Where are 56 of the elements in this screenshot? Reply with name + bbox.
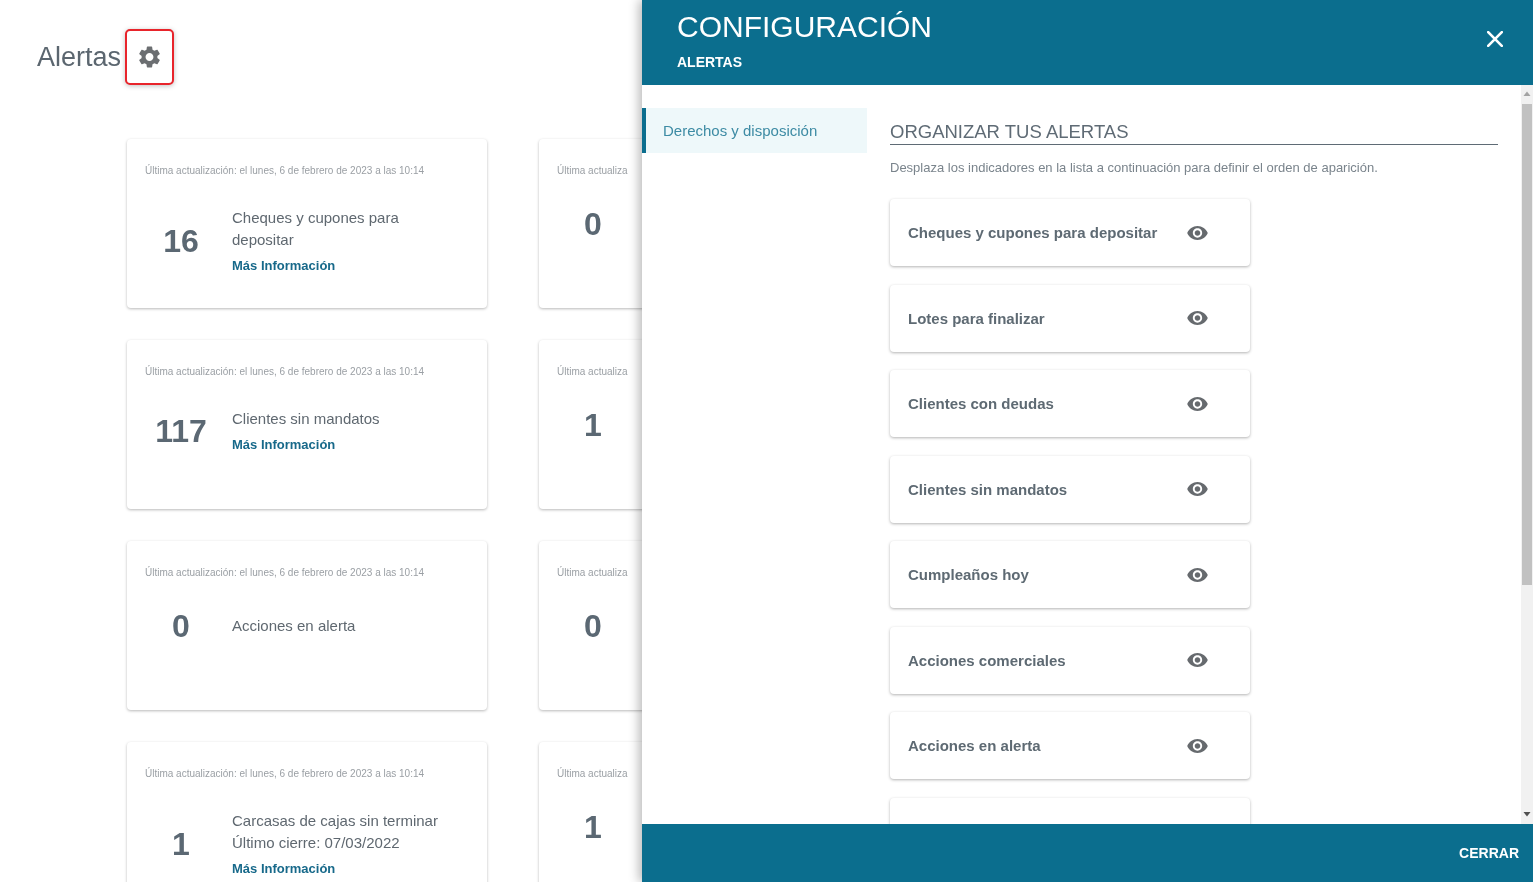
section-description: Desplaza los indicadores en la lista a continuación para definir el orden de aparición. [890, 160, 1378, 175]
alert-order-item[interactable]: Lotes para finalizar [890, 284, 1250, 352]
update-timestamp: Última actualización: el lunes, 6 de febrero de 2023 a las 10:14 [145, 165, 425, 176]
alert-name: Cheques y cupones para depositar [908, 224, 1159, 241]
alert-name: Acciones comerciales [908, 651, 1067, 669]
more-info-link[interactable]: Más Información [232, 437, 336, 453]
alert-order-item[interactable]: Acciones comerciales [890, 626, 1250, 694]
panel-subtitle: ALERTAS [677, 54, 743, 70]
update-timestamp: Última actualiza [557, 366, 628, 377]
alert-name: Clientes con deudas [908, 395, 1055, 412]
alert-title: Acciones en alerta [232, 616, 357, 636]
alert-name: Cumpleaños hoy [908, 566, 1030, 583]
update-timestamp: Última actualiza [557, 165, 628, 176]
alert-order-item[interactable]: Clientes con deudas [890, 370, 1250, 437]
alert-count: 1 [172, 825, 190, 862]
eye-icon[interactable] [1187, 653, 1208, 667]
alert-count: 16 [163, 222, 199, 259]
alert-order-item[interactable]: Clientes sin mandatos [890, 455, 1250, 523]
update-timestamp: Última actualización: el lunes, 6 de febrero de 2023 a las 10:14 [145, 567, 425, 578]
eye-icon[interactable] [1187, 482, 1208, 496]
alert-order-item[interactable]: Cheques y cupones para depositar [890, 199, 1250, 266]
sidebar-item[interactable]: Derechos y disposición [642, 108, 867, 153]
eye-icon[interactable] [1187, 567, 1208, 582]
alert-count: 117 [155, 412, 207, 449]
alert-order-item[interactable]: Acciones en alerta [890, 712, 1250, 779]
alert-order-item[interactable]: Cumpleaños hoy [890, 541, 1250, 608]
gear-icon [139, 46, 161, 68]
update-timestamp: Última actualiza [557, 768, 628, 779]
section-heading: ORGANIZAR TUS ALERTAS [890, 121, 1129, 142]
panel-title: CONFIGURACIÓN [677, 9, 932, 45]
update-timestamp: Última actualiza [557, 567, 628, 578]
alert-subtitle: Último cierre: 07/03/2022 [232, 833, 401, 853]
page-title: Alertas [37, 41, 122, 73]
eye-icon[interactable] [1187, 225, 1208, 240]
alert-count: 0 [172, 608, 190, 644]
scrollbar[interactable] [1521, 85, 1533, 824]
alert-name: Clientes sin mandatos [908, 480, 1069, 498]
eye-icon[interactable] [1187, 396, 1208, 411]
alert-count: 1 [584, 809, 602, 845]
alert-title: Cheques y cupones para depositar [232, 208, 400, 250]
update-timestamp: Última actualización: el lunes, 6 de febrero de 2023 a las 10:14 [145, 768, 425, 779]
close-icon [1487, 31, 1503, 47]
footer-close-button[interactable]: CERRAR [1447, 837, 1519, 869]
settings-button[interactable] [125, 29, 175, 85]
update-timestamp: Última actualización: el lunes, 6 de febrero de 2023 a las 10:14 [145, 366, 425, 377]
eye-icon[interactable] [1187, 311, 1208, 325]
more-info-link[interactable]: Más Información [232, 258, 336, 274]
alert-name: Lotes para finalizar [908, 309, 1046, 327]
eye-icon[interactable] [1187, 738, 1208, 753]
alert-title: Clientes sin mandatos [232, 409, 381, 429]
alert-name: Acciones en alerta [908, 737, 1042, 754]
alert-count: 0 [584, 608, 602, 644]
more-info-link[interactable]: Más Información [232, 861, 336, 877]
alert-count: 0 [584, 206, 602, 242]
alert-title: Carcasas de cajas sin terminar [232, 811, 439, 831]
alert-count: 1 [584, 407, 602, 443]
